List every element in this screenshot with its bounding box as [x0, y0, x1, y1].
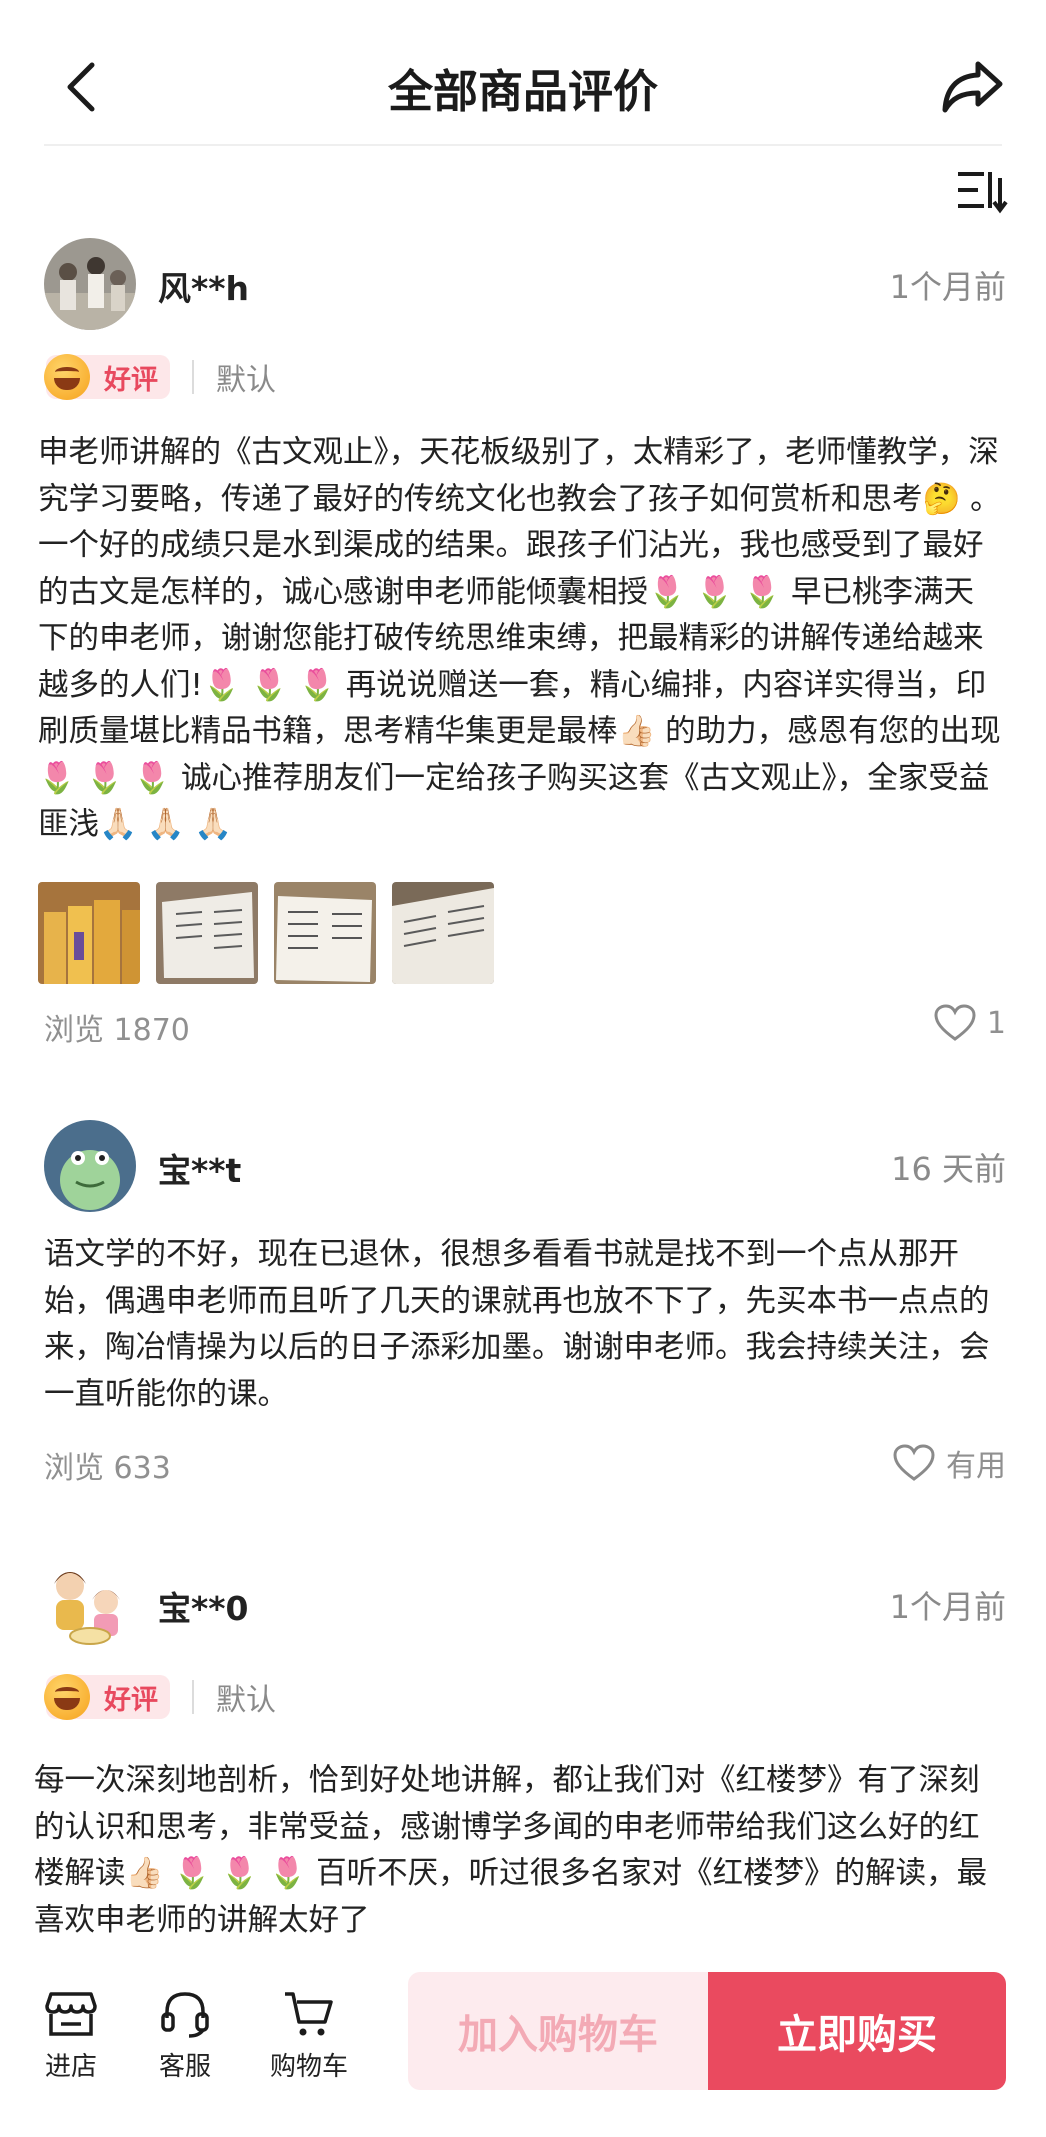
- review-time: 1个月前: [889, 1588, 1006, 1626]
- store-label: 进店: [44, 2052, 97, 2082]
- review-image[interactable]: [38, 882, 140, 984]
- review-content: 语文学的不好，现在已退休，很想多看看书就是找不到一个点从那开始，偶遇申老师而且听…: [44, 1237, 990, 1412]
- rating-row: 好评 默认: [44, 352, 276, 402]
- like-count: 1: [986, 1005, 1006, 1041]
- view-count: 浏览 633: [44, 1451, 171, 1486]
- customer-service-button[interactable]: 客服: [130, 1990, 240, 2083]
- store-button[interactable]: 进店: [16, 1990, 126, 2083]
- review-time: 16 天前: [891, 1150, 1006, 1188]
- buy-now-button[interactable]: 立即购买: [708, 1972, 1006, 2090]
- avatar[interactable]: [44, 1558, 136, 1650]
- share-button[interactable]: [940, 56, 1006, 116]
- rating-default-label: 默认: [216, 363, 276, 398]
- avatar[interactable]: [44, 238, 136, 330]
- review-content: 每一次深刻地剖析，恰到好处地讲解，都让我们对《红楼梦》有了深刻的认识和思考，非常…: [34, 1763, 988, 1938]
- review-image[interactable]: [156, 882, 258, 984]
- username: 风**h: [158, 269, 250, 308]
- review-content: 申老师讲解的《古文观止》，天花板级别了，太精彩了，老师懂教学，深究学习要略，传递…: [38, 435, 1001, 842]
- smile-face-icon: [44, 354, 90, 400]
- header-divider: [44, 144, 1002, 146]
- rating-row: 好评 默认: [44, 1672, 276, 1722]
- username: 宝**t: [158, 1151, 242, 1190]
- sort-button[interactable]: [954, 168, 1010, 214]
- smile-face-icon: [44, 1674, 90, 1720]
- review-image[interactable]: [392, 882, 494, 984]
- sort-icon: [958, 172, 1008, 214]
- review-image[interactable]: [274, 882, 376, 984]
- view-count: 浏览 1870: [44, 1013, 190, 1048]
- headset-icon: [161, 1992, 209, 2038]
- share-icon: [942, 61, 1003, 113]
- add-to-cart-button[interactable]: 加入购物车: [408, 1972, 708, 2090]
- helpful-label: 有用: [946, 1449, 1006, 1484]
- review-time: 1个月前: [889, 268, 1006, 306]
- username: 宝**0: [158, 1589, 249, 1628]
- review-images: [38, 882, 494, 984]
- rating-default-label: 默认: [216, 1683, 276, 1718]
- service-label: 客服: [158, 2052, 211, 2082]
- bottom-action-bar: 进店 客服 购物车 加入购物车 立即购买: [0, 1940, 1046, 2137]
- cart-label: 购物车: [269, 2052, 348, 2082]
- page-title: 全部商品评价: [387, 65, 658, 118]
- header: 全部商品评价: [0, 0, 1046, 146]
- avatar[interactable]: [44, 1120, 136, 1212]
- rating-badge: 好评: [44, 354, 170, 400]
- like-button[interactable]: 1: [933, 1003, 1006, 1043]
- helpful-button[interactable]: 有用: [892, 1441, 1006, 1485]
- shopping-cart-icon: [285, 1992, 333, 2036]
- rating-badge: 好评: [44, 1674, 170, 1720]
- store-icon: [45, 1992, 97, 2036]
- heart-icon: [934, 1004, 976, 1041]
- heart-icon: [893, 1444, 935, 1481]
- cart-button[interactable]: 购物车: [254, 1990, 364, 2083]
